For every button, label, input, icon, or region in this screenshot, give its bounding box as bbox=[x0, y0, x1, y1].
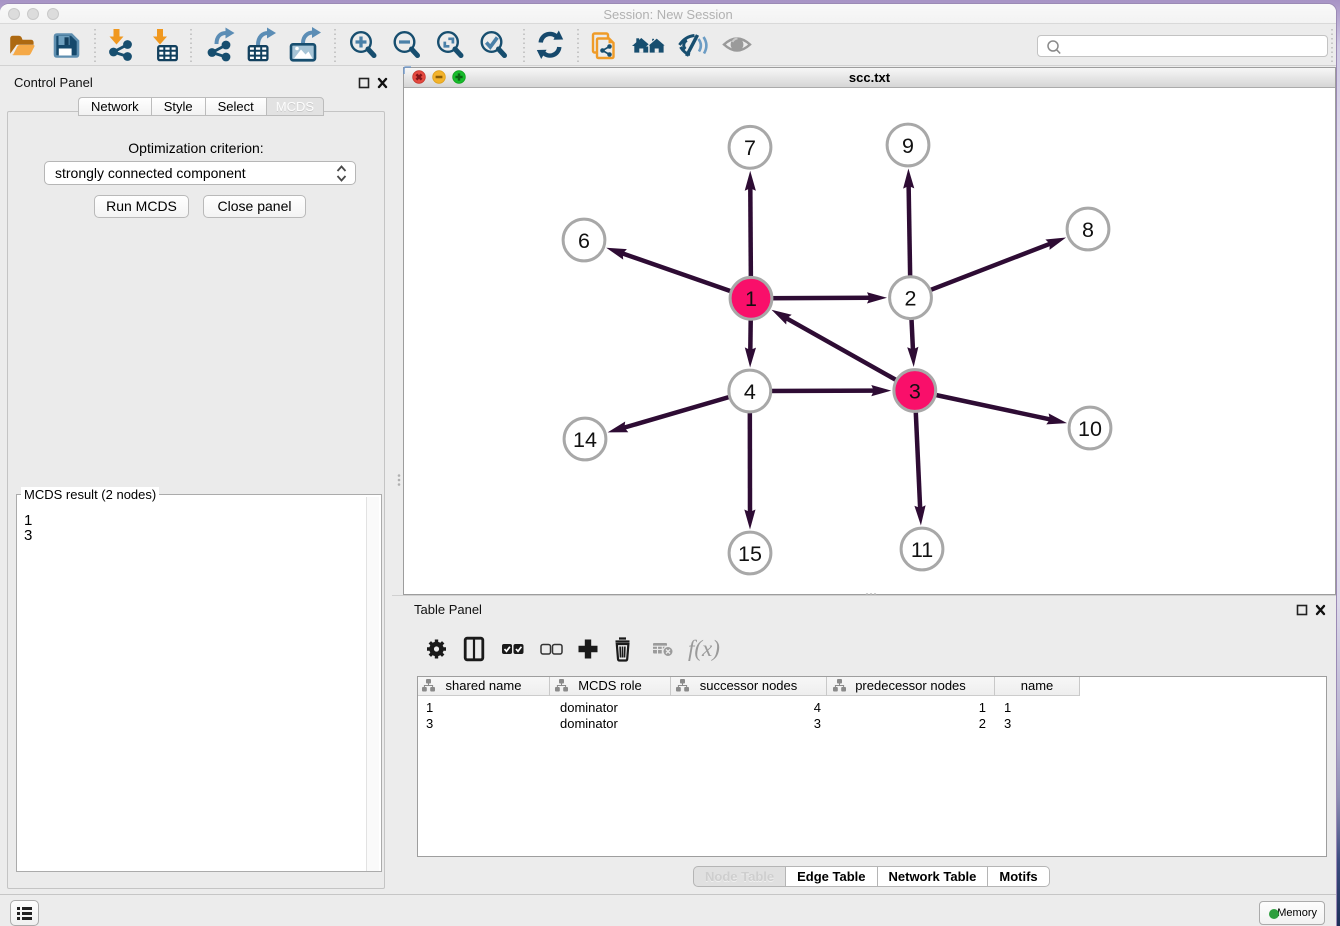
svg-text:8: 8 bbox=[1082, 218, 1094, 242]
svg-text:1: 1 bbox=[745, 287, 757, 311]
svg-text:f(x): f(x) bbox=[688, 636, 720, 661]
svg-text:3: 3 bbox=[909, 379, 921, 403]
svg-text:10: 10 bbox=[1078, 417, 1102, 441]
svg-text:4: 4 bbox=[744, 380, 756, 404]
svg-text:15: 15 bbox=[738, 542, 762, 566]
svg-text:6: 6 bbox=[578, 229, 590, 253]
svg-text:7: 7 bbox=[744, 136, 756, 160]
svg-text:2: 2 bbox=[905, 287, 917, 311]
svg-text:11: 11 bbox=[911, 538, 933, 562]
svg-text:14: 14 bbox=[573, 428, 597, 452]
svg-text:9: 9 bbox=[902, 134, 914, 158]
